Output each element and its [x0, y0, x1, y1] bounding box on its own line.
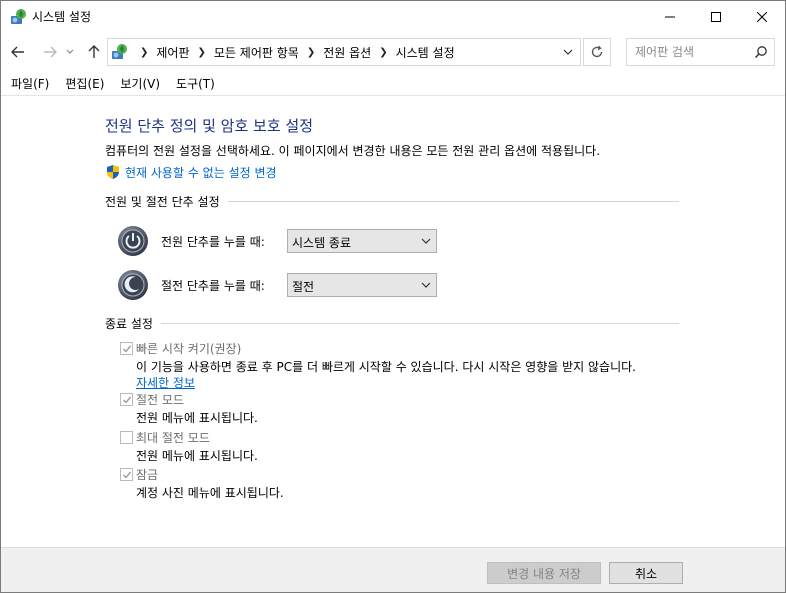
power-buttons-section-header: 전원 및 절전 단추 설정 — [105, 193, 679, 209]
change-link-label[interactable]: 현재 사용할 수 없는 설정 변경 — [125, 164, 277, 181]
search-box[interactable] — [626, 38, 775, 66]
close-button[interactable] — [739, 1, 785, 32]
check-icon — [123, 471, 132, 479]
menu-edit[interactable]: 편집(E) — [59, 73, 110, 94]
uac-shield-icon — [107, 165, 119, 179]
refresh-button[interactable] — [583, 38, 611, 66]
sleep-button-icon — [118, 270, 148, 300]
maximize-icon — [711, 11, 721, 22]
breadcrumb-item[interactable]: 제어판 — [156, 44, 189, 61]
power-button-label: 전원 단추를 누를 때: — [161, 235, 265, 249]
change-unavailable-settings-link[interactable]: 현재 사용할 수 없는 설정 변경 — [105, 163, 277, 181]
hibernate-option: 최대 절전 모드 — [120, 429, 210, 445]
lock-option: 잠금 — [120, 466, 158, 482]
window-title: 시스템 설정 — [32, 10, 92, 24]
page-description: 컴퓨터의 전원 설정을 선택하세요. 이 페이지에서 변경한 내용은 모든 전원… — [105, 144, 601, 158]
chevron-down-icon — [421, 238, 431, 244]
hibernate-description: 전원 메뉴에 표시됩니다. — [136, 449, 258, 463]
sleep-checkbox[interactable] — [120, 392, 133, 406]
menu-bar: 파일(F) 편집(E) 보기(V) 도구(T) — [1, 72, 785, 96]
address-bar[interactable]: ❯ 제어판 ❯ 모든 제어판 항목 ❯ 전원 옵션 ❯ 시스템 설정 — [107, 38, 581, 66]
breadcrumb: ❯ 제어판 ❯ 모든 제어판 항목 ❯ 전원 옵션 ❯ 시스템 설정 — [132, 39, 455, 65]
breadcrumb-item[interactable]: 시스템 설정 — [396, 44, 455, 61]
power-button-icon — [118, 226, 148, 256]
lock-checkbox[interactable] — [120, 467, 133, 481]
menu-tools[interactable]: 도구(T) — [170, 73, 221, 94]
breadcrumb-item[interactable]: 전원 옵션 — [323, 44, 371, 61]
check-icon — [123, 345, 132, 353]
up-button[interactable] — [83, 41, 105, 63]
control-panel-icon — [112, 44, 127, 59]
shutdown-settings-section-header: 종료 설정 — [105, 315, 679, 331]
power-button-row: 전원 단추를 누를 때: 시스템 종료 — [117, 225, 447, 257]
maximize-button[interactable] — [693, 1, 739, 32]
sleep-button-row: 절전 단추를 누를 때: 절전 — [117, 269, 447, 301]
navigation-bar: ❯ 제어판 ❯ 모든 제어판 항목 ❯ 전원 옵션 ❯ 시스템 설정 — [1, 32, 785, 72]
page-title: 전원 단추 정의 및 암호 보호 설정 — [105, 117, 314, 135]
arrow-left-icon — [11, 46, 24, 58]
menu-view[interactable]: 보기(V) — [114, 73, 166, 94]
chevron-down-icon — [563, 49, 573, 55]
more-info-link[interactable]: 자세한 정보 — [136, 374, 195, 391]
section-divider — [160, 322, 679, 324]
arrow-up-icon — [88, 45, 100, 58]
fast-startup-label: 빠른 시작 켜기(권장) — [136, 341, 242, 356]
hibernate-checkbox[interactable] — [120, 430, 133, 444]
lock-label: 잠금 — [136, 467, 159, 482]
forward-button[interactable] — [39, 41, 61, 63]
breadcrumb-item[interactable]: 모든 제어판 항목 — [214, 44, 299, 61]
refresh-icon — [591, 45, 603, 58]
power-button-value: 시스템 종료 — [292, 236, 352, 250]
check-icon — [123, 396, 132, 404]
footer-bar: 변경 내용 저장 취소 — [1, 547, 785, 592]
sleep-option: 절전 모드 — [120, 391, 184, 407]
breadcrumb-separator-icon[interactable]: ❯ — [307, 47, 315, 58]
minimize-icon — [665, 16, 675, 17]
main-content: 전원 단추 정의 및 암호 보호 설정 컴퓨터의 전원 설정을 선택하세요. 이… — [1, 97, 785, 547]
breadcrumb-separator-icon[interactable]: ❯ — [140, 47, 148, 58]
fast-startup-option: 빠른 시작 켜기(권장) — [120, 340, 241, 356]
close-icon — [757, 11, 767, 22]
breadcrumb-separator-icon[interactable]: ❯ — [198, 47, 206, 58]
chevron-down-icon — [421, 282, 431, 288]
chevron-down-icon — [66, 49, 74, 54]
arrow-right-icon — [44, 46, 57, 58]
section-title: 종료 설정 — [105, 316, 153, 331]
title-bar[interactable]: 시스템 설정 — [1, 1, 785, 32]
menu-file[interactable]: 파일(F) — [5, 73, 55, 94]
hibernate-label: 최대 절전 모드 — [136, 430, 210, 445]
search-input[interactable] — [627, 39, 747, 65]
section-title: 전원 및 절전 단추 설정 — [105, 194, 220, 209]
fast-startup-description: 이 기능을 사용하면 종료 후 PC를 더 빠르게 시작할 수 있습니다. 다시… — [136, 360, 636, 374]
sleep-button-select[interactable]: 절전 — [287, 273, 437, 297]
save-changes-button[interactable]: 변경 내용 저장 — [487, 562, 601, 584]
breadcrumb-separator-icon[interactable]: ❯ — [379, 47, 387, 58]
power-button-select[interactable]: 시스템 종료 — [287, 229, 437, 253]
sleep-label: 절전 모드 — [136, 392, 184, 407]
address-dropdown-button[interactable] — [556, 39, 580, 65]
sleep-button-value: 절전 — [292, 280, 315, 294]
back-button[interactable] — [7, 41, 29, 63]
section-divider — [227, 200, 679, 202]
sleep-button-label: 절전 단추를 누를 때: — [161, 279, 265, 293]
lock-description: 계정 사진 메뉴에 표시됩니다. — [136, 486, 284, 500]
system-settings-window: 시스템 설정 ❯ 제어판 ❯ 모든 제어판 항목 ❯ 전원 옵션 ❯ 시스템 설… — [0, 0, 786, 593]
sleep-description: 전원 메뉴에 표시됩니다. — [136, 411, 258, 425]
search-icon[interactable] — [754, 45, 768, 59]
control-panel-icon — [11, 9, 26, 24]
cancel-button[interactable]: 취소 — [609, 562, 683, 584]
fast-startup-checkbox[interactable] — [120, 341, 133, 355]
recent-locations-button[interactable] — [63, 41, 77, 63]
minimize-button[interactable] — [647, 1, 693, 32]
